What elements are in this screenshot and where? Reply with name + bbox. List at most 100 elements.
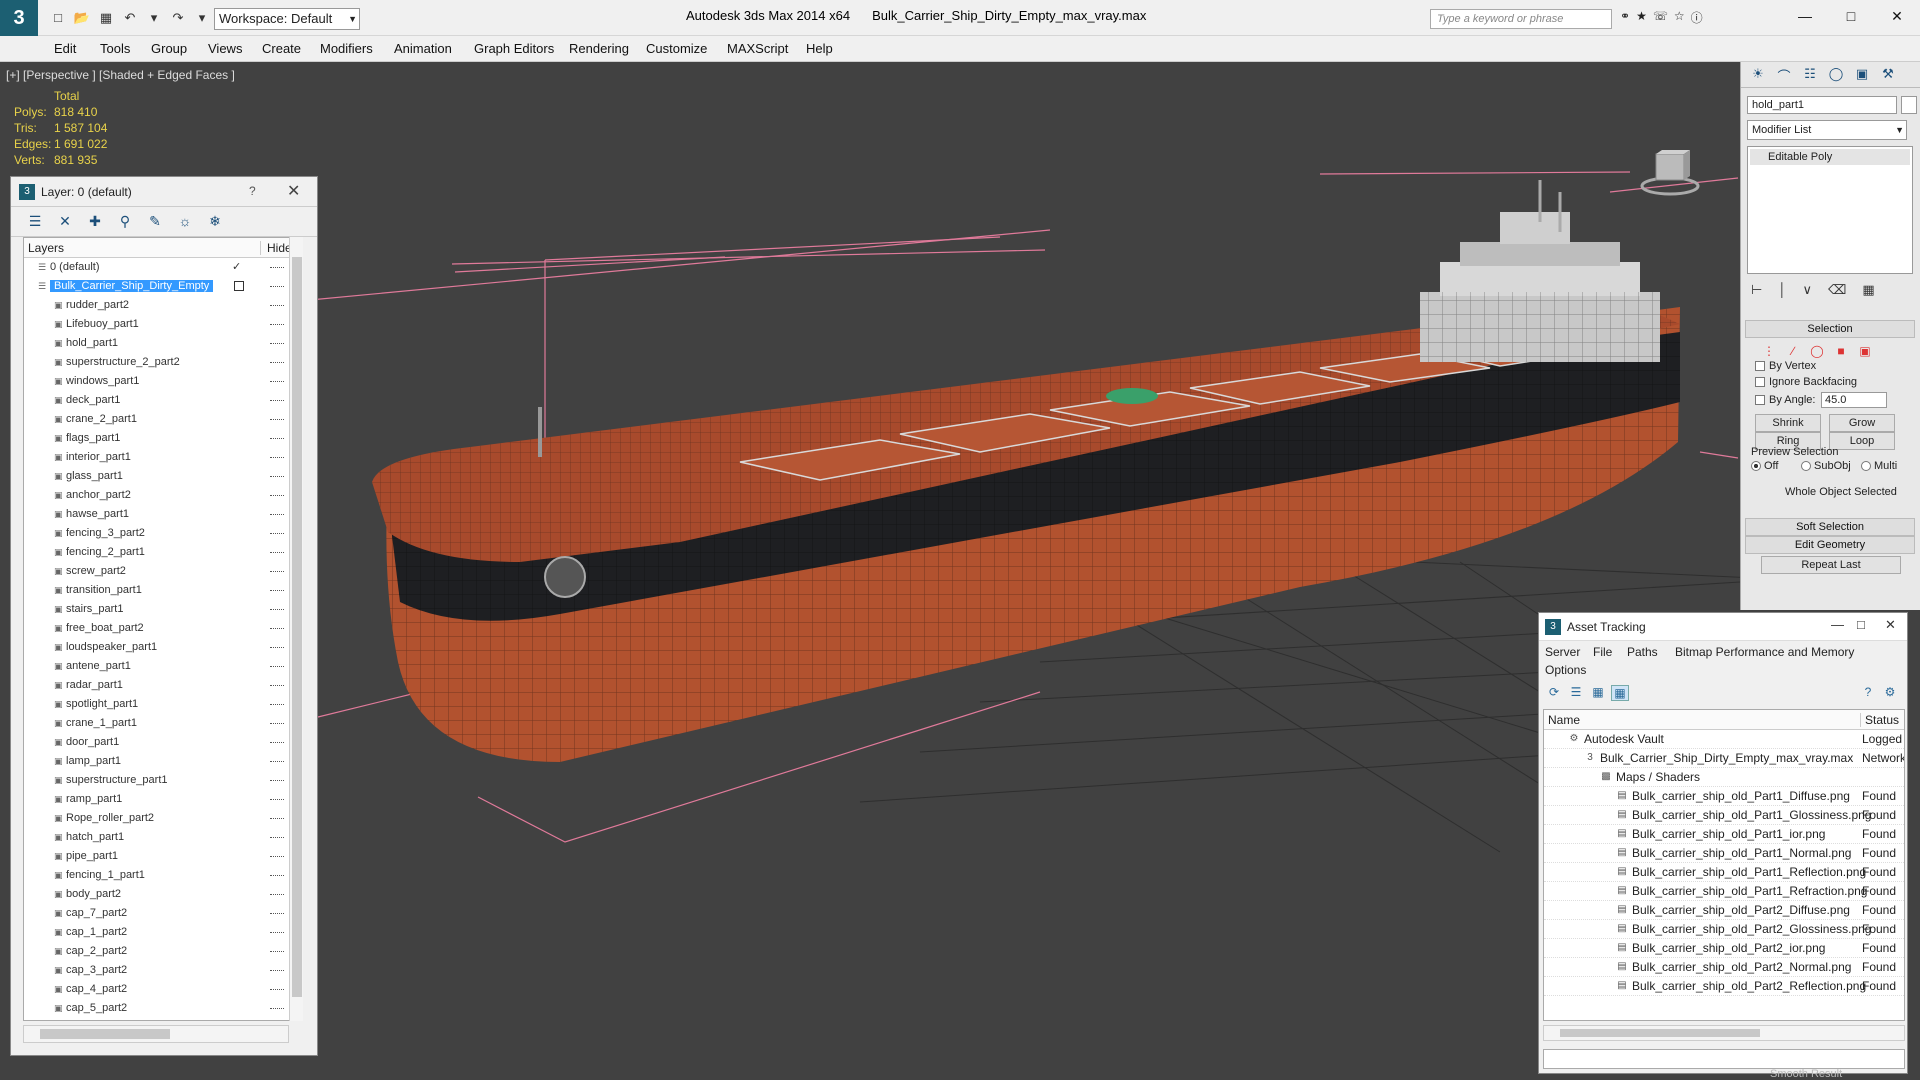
minimize-icon[interactable]: — [1831, 617, 1844, 632]
hide-toggle[interactable] [270, 571, 284, 573]
hide-toggle[interactable] [270, 647, 284, 649]
hide-toggle[interactable] [270, 552, 284, 554]
show-end-result-icon[interactable]: │ [1778, 282, 1786, 298]
layer-row[interactable]: ▣ fencing_2_part1 [24, 543, 298, 562]
layer-row[interactable]: ▣ cap_2_part2 [24, 942, 298, 961]
hide-toggle[interactable] [270, 1008, 284, 1010]
help-icon[interactable]: ? [249, 184, 256, 198]
asset-row[interactable]: ▤ Bulk_carrier_ship_old_Part1_Glossiness.… [1544, 806, 1904, 825]
layer-row[interactable]: ▣ screw_part2 [24, 562, 298, 581]
rollout-selection[interactable]: Selection [1745, 320, 1915, 338]
save-icon[interactable]: ▦ [96, 8, 116, 28]
redo-dropdown-icon[interactable]: ▾ [192, 8, 212, 28]
layer-row[interactable]: ▣ rudder_part2 [24, 296, 298, 315]
hide-toggle[interactable] [270, 856, 284, 858]
asset-row[interactable]: ▤ Bulk_carrier_ship_old_Part1_Normal.png F… [1544, 844, 1904, 863]
asset-row[interactable]: ▤ Bulk_carrier_ship_old_Part2_Glossiness.… [1544, 920, 1904, 939]
column-status[interactable]: Status [1860, 713, 1904, 727]
layer-row[interactable]: ▣ cap_4_part2 [24, 980, 298, 999]
hide-toggle[interactable] [270, 894, 284, 896]
hide-toggle[interactable] [270, 324, 284, 326]
close-icon[interactable]: ✕ [287, 181, 300, 201]
hide-toggle[interactable] [270, 837, 284, 839]
hide-toggle[interactable] [270, 723, 284, 725]
asset-row[interactable]: ▤ Bulk_carrier_ship_old_Part1_Refraction.… [1544, 882, 1904, 901]
layer-row[interactable]: ▣ body_part2 [24, 885, 298, 904]
shrink-button[interactable]: Shrink [1755, 414, 1821, 432]
add-to-layer-icon[interactable]: ✚ [85, 213, 105, 231]
redo-icon[interactable]: ↷ [168, 8, 188, 28]
edge-icon[interactable]: ∕ [1785, 344, 1801, 360]
app-logo-icon[interactable]: 3 [0, 0, 38, 36]
by-vertex-checkbox[interactable]: By Vertex [1755, 360, 1816, 372]
remove-modifier-icon[interactable]: ⌫ [1828, 282, 1846, 298]
modify-tab-icon[interactable]: ⌒ [1773, 66, 1795, 86]
layer-row[interactable]: ▣ door_part1 [24, 733, 298, 752]
vertex-icon[interactable]: ⋮ [1761, 344, 1777, 360]
select-in-layer-icon[interactable]: ⚲ [115, 213, 135, 231]
help-search-input[interactable]: Type a keyword or phrase [1430, 9, 1612, 29]
hide-toggle[interactable] [270, 913, 284, 915]
hide-toggle[interactable] [270, 951, 284, 953]
asset-row[interactable]: ▤ Bulk_carrier_ship_old_Part2_Diffuse.png… [1544, 901, 1904, 920]
menu-graph-editors[interactable]: Graph Editors [474, 41, 554, 56]
hide-toggle[interactable] [270, 932, 284, 934]
angle-spinner[interactable]: 45.0 [1821, 392, 1887, 408]
menu-edit[interactable]: Edit [54, 41, 76, 56]
asset-path-field[interactable] [1543, 1049, 1905, 1069]
hide-toggle[interactable] [270, 666, 284, 668]
hide-toggle[interactable] [270, 476, 284, 478]
hide-toggle[interactable] [270, 742, 284, 744]
undo-dropdown-icon[interactable]: ▾ [144, 8, 164, 28]
menu-maxscript[interactable]: MAXScript [727, 41, 788, 56]
hide-toggle[interactable] [270, 305, 284, 307]
hide-toggle[interactable] [270, 267, 284, 269]
minimize-icon[interactable]: — [1782, 0, 1828, 32]
asset-row[interactable]: ▤ Bulk_carrier_ship_old_Part1_Diffuse.png… [1544, 787, 1904, 806]
layer-row[interactable]: ▣ fencing_1_part1 [24, 866, 298, 885]
grow-button[interactable]: Grow [1829, 414, 1895, 432]
layer-row[interactable]: ▣ superstructure_2_part2 [24, 353, 298, 372]
menu-group[interactable]: Group [151, 41, 187, 56]
settings-icon[interactable]: ⚙ [1881, 685, 1899, 701]
utilities-tab-icon[interactable]: ⚒ [1877, 66, 1899, 86]
subscription-icon[interactable]: ★ [1636, 9, 1647, 26]
hide-toggle[interactable] [270, 989, 284, 991]
repeat-last-button[interactable]: Repeat Last [1761, 556, 1901, 574]
hide-toggle[interactable] [270, 590, 284, 592]
layer-row[interactable]: ▣ crane_1_part1 [24, 714, 298, 733]
hide-toggle[interactable] [270, 799, 284, 801]
hide-toggle[interactable] [270, 286, 284, 288]
layer-row[interactable]: ▣ loudspeaker_part1 [24, 638, 298, 657]
layer-row[interactable]: ▣ glass_part1 [24, 467, 298, 486]
hide-toggle[interactable] [270, 514, 284, 516]
hide-toggle[interactable] [270, 970, 284, 972]
layer-row[interactable]: ▣ transition_part1 [24, 581, 298, 600]
viewport-label[interactable]: [+] [Perspective ] [Shaded + Edged Faces… [6, 68, 235, 82]
hide-toggle[interactable] [270, 704, 284, 706]
column-name[interactable]: Name [1548, 713, 1580, 727]
layer-row[interactable]: ☰ Bulk_Carrier_Ship_Dirty_Empty [24, 277, 298, 296]
menu-bitmap-performance[interactable]: Bitmap Performance and Memory [1675, 645, 1854, 659]
asset-row[interactable]: ▤ Bulk_carrier_ship_old_Part2_Reflection.… [1544, 977, 1904, 996]
hide-toggle[interactable] [270, 457, 284, 459]
layer-row[interactable]: ▣ lamp_part1 [24, 752, 298, 771]
menu-server[interactable]: Server [1545, 645, 1580, 659]
layer-row[interactable]: ▣ superstructure_part1 [24, 771, 298, 790]
asset-row[interactable]: ▤ Bulk_carrier_ship_old_Part1_Reflection.… [1544, 863, 1904, 882]
layer-row[interactable]: ▣ Rope_roller_part2 [24, 809, 298, 828]
hide-toggle[interactable] [270, 438, 284, 440]
help-icon[interactable]: ⓘ [1691, 9, 1703, 26]
hide-toggle[interactable] [270, 362, 284, 364]
layer-row[interactable]: ▣ deck_part1 [24, 391, 298, 410]
open-file-icon[interactable]: 📂 [72, 8, 92, 28]
binoculars-icon[interactable]: ⚭ [1620, 9, 1630, 26]
maximize-icon[interactable]: □ [1857, 617, 1865, 632]
make-unique-icon[interactable]: ∨ [1802, 282, 1812, 298]
layer-row[interactable]: ▣ cap_3_part2 [24, 961, 298, 980]
menu-tools[interactable]: Tools [100, 41, 130, 56]
hide-toggle[interactable] [270, 419, 284, 421]
layer-list-vertical-scrollbar[interactable] [289, 237, 303, 1021]
layer-row[interactable]: ▣ spotlight_part1 [24, 695, 298, 714]
rollout-edit-geometry[interactable]: Edit Geometry [1745, 536, 1915, 554]
